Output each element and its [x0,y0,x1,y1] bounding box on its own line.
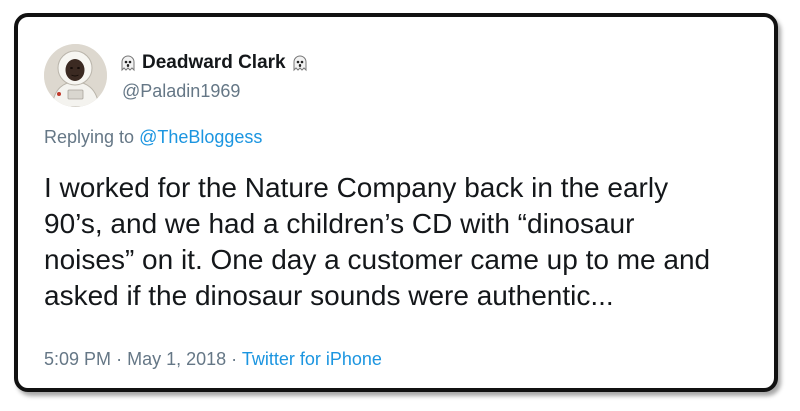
meta-separator: · [116,349,123,369]
tweet-meta: 5:09 PM · May 1, 2018 · Twitter for iPho… [44,349,382,370]
meta-separator: · [231,349,238,369]
replying-to: Replying to @TheBloggess [44,127,262,148]
tweet-text: I worked for the Nature Company back in … [44,170,784,314]
user-handle[interactable]: @Paladin1969 [122,81,240,102]
tweet-text-line: 90’s, and we had a children’s CD with “d… [44,208,635,239]
tweet-text-line: I worked for the Nature Company back in … [44,172,669,203]
tweet-source-link[interactable]: Twitter for iPhone [242,349,382,369]
name-row[interactable]: Deadward Clark [119,52,309,74]
tweet-time[interactable]: 5:09 PM [44,349,111,369]
tweet-text-line: asked if the dinosaur sounds were authen… [44,280,614,311]
replying-prefix: Replying to [44,127,135,147]
tweet-text-line: noises” on it. One day a customer came u… [44,244,711,275]
ghost-emoji-icon [121,55,135,72]
ghost-emoji-icon [293,55,307,72]
astronaut-avatar-icon [44,44,107,107]
tweet-date[interactable]: May 1, 2018 [127,349,226,369]
tweet-card: Deadward Clark @Paladin1969 Replying to … [14,13,778,392]
display-name[interactable]: Deadward Clark [142,52,286,74]
replying-mention-link[interactable]: @TheBloggess [139,127,262,147]
avatar[interactable] [44,44,107,107]
